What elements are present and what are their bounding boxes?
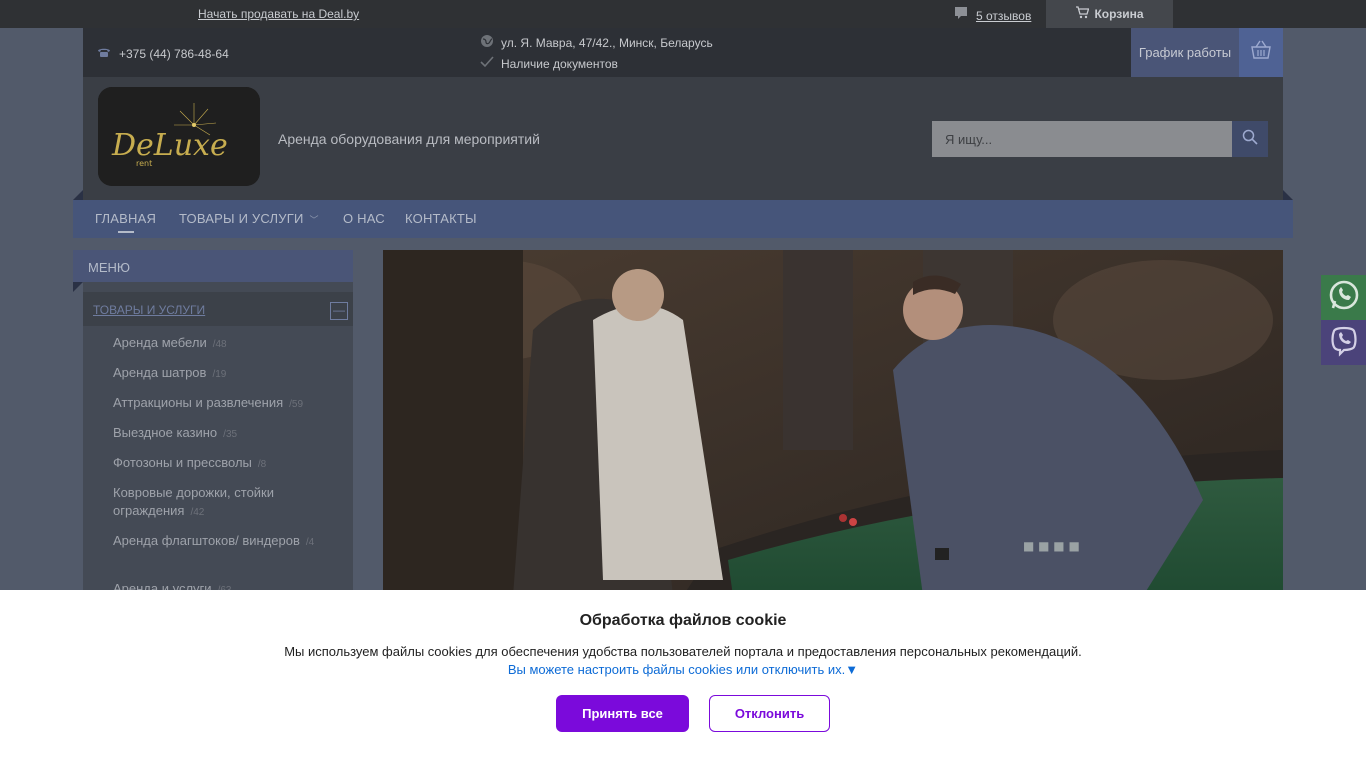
whatsapp-icon bbox=[1327, 278, 1361, 317]
cart-icon bbox=[1075, 6, 1090, 22]
search-button[interactable] bbox=[1232, 121, 1268, 157]
sidebar-item-count: /4 bbox=[305, 537, 315, 548]
sidebar-item-label: Фотозоны и прессволы bbox=[113, 455, 252, 470]
sidebar-menu: МЕНЮ ТОВАРЫ И УСЛУГИ — Аренда мебели/48 … bbox=[73, 250, 353, 620]
address-text: ул. Я. Мавра, 47/42., Минск, Беларусь bbox=[501, 35, 713, 50]
sidebar-item-count: /8 bbox=[257, 459, 267, 470]
header: DeLuxe rent Аренда оборудования для меро… bbox=[83, 77, 1283, 200]
sidebar-item-flagpoles[interactable]: Аренда флагштоков/ виндеров/4 bbox=[113, 532, 343, 552]
svg-text:DeLuxe: DeLuxe bbox=[111, 128, 228, 163]
hero-banner-image[interactable]: ■ ■ ■ ■ bbox=[383, 250, 1283, 596]
nav-item-products-label: ТОВАРЫ И УСЛУГИ bbox=[179, 211, 304, 226]
main-nav: ГЛАВНАЯ ТОВАРЫ И УСЛУГИ ﹀ О НАС КОНТАКТЫ bbox=[73, 190, 1293, 238]
deal-top-bar: Начать продавать на Deal.by 5 отзывов Ко… bbox=[0, 0, 1366, 28]
phone[interactable]: +375 (44) 786-48-64 bbox=[97, 46, 229, 61]
deluxe-logo-icon: DeLuxe rent bbox=[98, 87, 260, 186]
phone-icon bbox=[97, 46, 111, 61]
check-icon bbox=[480, 56, 494, 71]
sidebar-item-count: /59 bbox=[289, 399, 304, 410]
sidebar-item-count: /35 bbox=[223, 429, 238, 440]
sidebar-item-carpets[interactable]: Ковровые дорожки, стойки ограждения/42 bbox=[113, 484, 343, 522]
cart-label: Корзина bbox=[1094, 7, 1144, 21]
comment-icon bbox=[954, 6, 968, 25]
sidebar-category: ТОВАРЫ И УСЛУГИ — bbox=[83, 292, 353, 326]
collapse-toggle[interactable]: — bbox=[330, 302, 348, 320]
sidebar-item-label: Аттракционы и развлечения bbox=[113, 395, 284, 410]
nav-item-about[interactable]: О НАС bbox=[343, 211, 385, 226]
cookie-title: Обработка файлов cookie bbox=[579, 612, 787, 629]
svg-text:■ ■ ■ ■: ■ ■ ■ ■ bbox=[1023, 539, 1080, 553]
nav-item-contacts[interactable]: КОНТАКТЫ bbox=[405, 211, 477, 226]
basket-button[interactable] bbox=[1239, 28, 1283, 77]
sidebar-category-link[interactable]: ТОВАРЫ И УСЛУГИ bbox=[93, 303, 205, 317]
whatsapp-button[interactable] bbox=[1321, 275, 1366, 320]
decline-button[interactable]: Отклонить bbox=[709, 695, 830, 732]
nav-active-indicator bbox=[118, 231, 134, 233]
sidebar-item-photozones[interactable]: Фотозоны и прессволы/8 bbox=[113, 454, 343, 474]
accept-all-button[interactable]: Принять все bbox=[556, 695, 689, 732]
logo[interactable]: DeLuxe rent bbox=[98, 87, 260, 186]
viber-icon bbox=[1327, 323, 1361, 362]
sidebar-item-casino[interactable]: Выездное казино/35 bbox=[113, 424, 343, 444]
address: ул. Я. Мавра, 47/42., Минск, Беларусь bbox=[480, 34, 713, 51]
tagline: Аренда оборудования для мероприятий bbox=[278, 131, 540, 147]
search-icon bbox=[1242, 129, 1258, 150]
sidebar-item-count: /19 bbox=[212, 369, 227, 380]
viber-button[interactable] bbox=[1321, 320, 1366, 365]
casino-photo: ■ ■ ■ ■ bbox=[383, 250, 1283, 596]
cookie-text: Мы используем файлы cookies для обеспече… bbox=[284, 644, 1082, 659]
documents-text: Наличие документов bbox=[501, 56, 618, 71]
sidebar-item-label: Аренда мебели bbox=[113, 335, 207, 350]
globe-icon bbox=[480, 34, 494, 51]
svg-text:rent: rent bbox=[136, 159, 152, 168]
cookie-banner: Обработка файлов cookie Мы используем фа… bbox=[0, 590, 1366, 768]
contacts-bar: +375 (44) 786-48-64 ул. Я. Мавра, 47/42.… bbox=[83, 28, 1283, 77]
documents: Наличие документов bbox=[480, 56, 618, 71]
sidebar-title: МЕНЮ bbox=[73, 250, 353, 282]
sidebar-item-label: Выездное казино bbox=[113, 425, 218, 440]
reviews-link[interactable]: 5 отзывов bbox=[976, 9, 1031, 23]
reviews[interactable]: 5 отзывов bbox=[954, 6, 1031, 25]
sidebar-item-tents[interactable]: Аренда шатров/19 bbox=[113, 364, 343, 384]
sidebar-item-count: /48 bbox=[212, 339, 227, 350]
nav-item-home[interactable]: ГЛАВНАЯ bbox=[95, 211, 156, 226]
search-input[interactable] bbox=[932, 121, 1232, 157]
nav-item-products[interactable]: ТОВАРЫ И УСЛУГИ ﹀ bbox=[179, 211, 319, 226]
sidebar-item-label: Аренда флагштоков/ виндеров bbox=[113, 533, 300, 548]
cart-button[interactable]: Корзина bbox=[1046, 0, 1173, 28]
sidebar-item-furniture[interactable]: Аренда мебели/48 bbox=[113, 334, 343, 354]
sidebar-item-attractions[interactable]: Аттракционы и развлечения/59 bbox=[113, 394, 343, 414]
cookie-settings-link[interactable]: Вы можете настроить файлы cookies или от… bbox=[0, 662, 1366, 677]
schedule-button[interactable]: График работы bbox=[1131, 28, 1239, 77]
search bbox=[932, 121, 1268, 157]
sidebar-item-count: /42 bbox=[190, 507, 205, 518]
sidebar-item-label: Аренда шатров bbox=[113, 365, 207, 380]
chevron-down-icon: ﹀ bbox=[309, 215, 319, 225]
start-selling-link[interactable]: Начать продавать на Deal.by bbox=[198, 7, 359, 21]
basket-icon bbox=[1250, 40, 1272, 65]
sidebar-body: ТОВАРЫ И УСЛУГИ — Аренда мебели/48 Аренд… bbox=[83, 282, 353, 620]
phone-number[interactable]: +375 (44) 786-48-64 bbox=[119, 47, 229, 61]
